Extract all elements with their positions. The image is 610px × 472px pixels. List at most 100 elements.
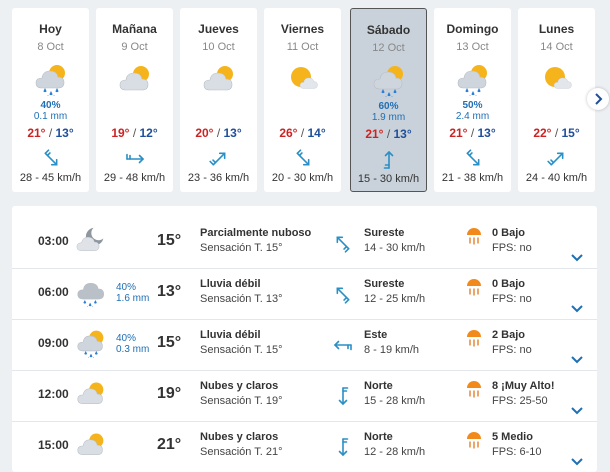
day-date: 9 Oct <box>121 41 148 53</box>
uv-icon <box>464 328 484 348</box>
uv-index: 5 Medio <box>492 431 533 443</box>
temperature-range: 20° / 13° <box>195 126 242 140</box>
sun-small-cloud-icon <box>286 62 320 96</box>
hour-temp: 13° <box>157 283 182 300</box>
sun-cloud-icon <box>202 62 236 96</box>
day-date: 8 Oct <box>37 41 64 53</box>
temperature-range: 26° / 14° <box>279 126 326 140</box>
rain-probability: 40% <box>116 333 137 344</box>
uv-index: 8 ¡Muy Alto! <box>492 380 555 392</box>
day-card-5[interactable]: Domingo 13 Oct 50% 2.4 mm 21° / 13° 21 -… <box>434 8 511 192</box>
hour-temp: 19° <box>157 385 182 402</box>
feels-like: Sensación T. 13° <box>200 293 283 305</box>
wind-speed: 12 - 25 km/h <box>364 293 426 305</box>
rain-amount: 2.4 mm <box>455 111 490 122</box>
max-temp: 26° <box>279 126 298 140</box>
sun-cloud-icon <box>118 62 152 96</box>
wind-direction: Sureste <box>364 278 405 290</box>
hour-time: 15:00 <box>38 438 69 452</box>
feels-like: Sensación T. 21° <box>200 446 283 458</box>
rain-amount: 1.6 mm <box>116 293 150 304</box>
next-days-button[interactable] <box>587 88 609 110</box>
day-date: 10 Oct <box>202 41 235 53</box>
sun-cloud-rain-icon <box>76 328 106 361</box>
hour-row[interactable]: 12:00 19° Nubes y claros Sensación T. 19… <box>12 371 597 422</box>
daily-forecast: Hoy 8 Oct 40% 0.1 mm 21° / 13° 28 - 45 k… <box>0 0 610 200</box>
sky-description: Lluvia débil <box>200 278 261 290</box>
max-temp: 22° <box>533 126 552 140</box>
max-temp: 21° <box>27 126 46 140</box>
day-card-3[interactable]: Viernes 11 Oct 26° / 14° 20 - 30 km/h <box>264 8 341 192</box>
uv-icon <box>464 277 484 297</box>
sun-cloud-icon <box>76 379 106 409</box>
day-card-0[interactable]: Hoy 8 Oct 40% 0.1 mm 21° / 13° 28 - 45 k… <box>12 8 89 192</box>
chevron-down-icon[interactable] <box>570 454 584 466</box>
hourly-forecast: 03:00 15° Parcialmente nuboso Sensación … <box>12 206 597 472</box>
temperature-range: 21° / 13° <box>365 127 412 141</box>
day-name: Lunes <box>538 22 575 36</box>
fps-value: FPS: no <box>492 242 532 254</box>
max-temp: 21° <box>365 127 384 141</box>
day-date: 13 Oct <box>456 41 489 53</box>
day-name: Hoy <box>39 22 62 36</box>
chevron-down-icon[interactable] <box>570 250 584 262</box>
wind-direction: Norte <box>364 380 393 392</box>
min-temp: 14° <box>307 126 326 140</box>
feels-like: Sensación T. 15° <box>200 344 283 356</box>
rain-info: 40% 0.3 mm <box>116 333 149 355</box>
wind-arrow-n-icon <box>332 385 354 407</box>
wind-direction: Norte <box>364 431 393 443</box>
min-temp: 13° <box>223 126 242 140</box>
wind-direction: Este <box>364 329 388 341</box>
moon-cloud-icon <box>76 226 106 256</box>
rain-probability: 40% <box>40 100 61 111</box>
chevron-down-icon[interactable] <box>570 301 584 313</box>
fps-value: FPS: no <box>492 293 532 305</box>
hour-row[interactable]: 09:00 40% 0.3 mm 15° Lluvia débil Sensaci… <box>12 320 597 371</box>
fps-value: FPS: no <box>492 344 532 356</box>
uv-index: 0 Bajo <box>492 278 526 290</box>
wind-speed: 20 - 30 km/h <box>271 172 334 184</box>
wind-arrow-nw-icon <box>40 148 62 170</box>
wind-speed: 12 - 28 km/h <box>364 446 426 458</box>
wind-arrow-e-icon <box>332 334 354 356</box>
day-card-2[interactable]: Jueves 10 Oct 20° / 13° 23 - 36 km/h <box>180 8 257 192</box>
wind-speed: 23 - 36 km/h <box>187 172 250 184</box>
day-card-6[interactable]: Lunes 14 Oct 22° / 15° 24 - 40 km/h <box>518 8 595 192</box>
min-temp: 13° <box>477 126 496 140</box>
sun-cloud-icon <box>76 430 106 460</box>
hour-temp: 15° <box>157 334 182 351</box>
temperature-range: 19° / 12° <box>111 126 158 140</box>
hour-temp: 21° <box>157 436 182 453</box>
day-name: Domingo <box>446 22 499 36</box>
wind-speed: 8 - 19 km/h <box>364 344 420 356</box>
wind-arrow-sw-icon <box>208 148 230 170</box>
wind-speed: 14 - 30 km/h <box>364 242 426 254</box>
day-card-4[interactable]: Sábado 12 Oct 60% 1.9 mm 21° / 13° 15 - … <box>350 8 427 192</box>
sun-cloud-rain-icon <box>456 62 490 100</box>
hour-time: 12:00 <box>38 387 69 401</box>
min-temp: 12° <box>139 126 158 140</box>
day-name: Viernes <box>280 22 325 36</box>
chevron-down-icon[interactable] <box>570 403 584 415</box>
hour-row[interactable]: 03:00 15° Parcialmente nuboso Sensación … <box>12 218 597 269</box>
wind-speed: 28 - 45 km/h <box>19 172 82 184</box>
hour-time: 06:00 <box>38 285 69 299</box>
wind-arrow-n-icon <box>332 436 354 458</box>
chevron-down-icon[interactable] <box>570 352 584 364</box>
rain-probability: 60% <box>378 101 399 112</box>
min-temp: 13° <box>55 126 74 140</box>
hour-row[interactable]: 15:00 21° Nubes y claros Sensación T. 21… <box>12 422 597 472</box>
rain-amount: 0.3 mm <box>116 344 150 355</box>
hour-row[interactable]: 06:00 40% 1.6 mm 13° Lluvia débil Sensaci… <box>12 269 597 320</box>
fps-value: FPS: 6-10 <box>492 446 542 458</box>
day-date: 11 Oct <box>286 41 319 53</box>
hour-time: 09:00 <box>38 336 69 350</box>
wind-direction: Sureste <box>364 227 405 239</box>
sun-cloud-rain-icon <box>34 62 68 100</box>
day-card-1[interactable]: Mañana 9 Oct 19° / 12° 29 - 48 km/h <box>96 8 173 192</box>
rain-probability: 40% <box>116 282 137 293</box>
day-date: 14 Oct <box>540 41 573 53</box>
temperature-range: 22° / 15° <box>533 126 580 140</box>
wind-arrow-nw-icon <box>462 148 484 170</box>
